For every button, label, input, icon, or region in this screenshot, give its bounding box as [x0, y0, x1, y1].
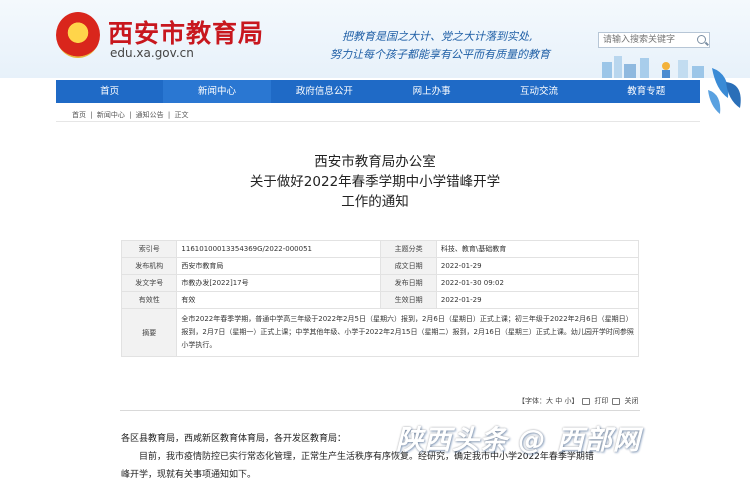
article-title-line-3: 工作的通知: [341, 194, 409, 210]
meta-value: 2022-01-30 09:02: [435, 274, 640, 292]
nav-item-interaction[interactable]: 互动交流: [485, 80, 592, 103]
main-nav: 首页 新闻中心 政府信息公开 网上办事 互动交流 教育专题: [56, 80, 700, 103]
print-button[interactable]: 打印: [594, 396, 608, 406]
meta-label: 发布机构: [120, 257, 178, 275]
print-icon[interactable]: [582, 397, 591, 405]
article-title: 西安市教育局办公室 关于做好2022年春季学期中小学错峰开学 工作的通知: [0, 152, 750, 212]
search-icon[interactable]: [697, 35, 706, 44]
national-emblem-logo: ★: [56, 12, 100, 58]
font-size-selector[interactable]: 【字体：大 中 小】: [518, 396, 578, 406]
meta-value: 2022-01-29: [435, 291, 640, 309]
meta-value: 市教办发[2022]17号: [176, 274, 382, 292]
body-paragraph: 峰开学，现就有关事项通知如下。: [121, 470, 257, 480]
article-toolbar: 【字体：大 中 小】 打印 关闭: [518, 396, 638, 406]
meta-label: 主题分类: [380, 240, 437, 258]
meta-label: 发文字号: [120, 274, 178, 292]
meta-value: 11610100013354369G/2022-000051: [176, 240, 382, 258]
breadcrumb-separator: |: [90, 111, 93, 119]
table-row: 发文字号 市教办发[2022]17号 发布日期 2022-01-30 09:02: [120, 274, 640, 292]
close-icon[interactable]: [612, 397, 621, 405]
divider: [56, 121, 700, 122]
leaf-decoration: [708, 68, 741, 114]
breadcrumb-current: 正文: [174, 111, 189, 119]
search-box: [598, 32, 710, 48]
site-header: ★ 西安市教育局 edu.xa.gov.cn 把教育是国之大计、党之大计落到实处…: [0, 0, 750, 114]
meta-label: 生效日期: [380, 291, 437, 309]
star-icon: ★: [73, 21, 84, 35]
breadcrumb: 首页 | 新闻中心 | 通知公告 | 正文: [72, 110, 190, 120]
metadata-table: 索引号 11610100013354369G/2022-000051 主题分类 …: [120, 240, 640, 357]
summary-text: 全市2022年春季学期，普通中学高三年级于2022年2月5日（星期六）报到，2月…: [176, 308, 639, 357]
breadcrumb-notices[interactable]: 通知公告: [136, 111, 164, 119]
nav-item-topics[interactable]: 教育专题: [593, 80, 700, 103]
nav-item-news[interactable]: 新闻中心: [163, 80, 271, 103]
nav-item-gov-info[interactable]: 政府信息公开: [271, 80, 378, 103]
slogan-line-2: 努力让每个孩子都能享有公平而有质量的教育: [330, 48, 550, 61]
nav-item-online-service[interactable]: 网上办事: [378, 80, 485, 103]
article-title-line-2: 关于做好2022年春季学期中小学错峰开学: [249, 174, 501, 190]
table-row: 索引号 11610100013354369G/2022-000051 主题分类 …: [120, 240, 640, 258]
meta-label: 索引号: [120, 240, 178, 258]
divider: [120, 410, 640, 411]
page: ★ 西安市教育局 edu.xa.gov.cn 把教育是国之大计、党之大计落到实处…: [0, 0, 750, 484]
table-row: 发布机构 西安市教育局 成文日期 2022-01-29: [120, 257, 640, 275]
watermark: 陕西头条 @ 西部网: [396, 425, 641, 456]
breadcrumb-separator: |: [129, 111, 132, 119]
meta-value: 2022-01-29: [435, 257, 640, 275]
meta-label: 有效性: [120, 291, 178, 309]
summary-label: 摘要: [120, 308, 178, 357]
breadcrumb-home[interactable]: 首页: [72, 111, 86, 119]
site-title[interactable]: 西安市教育局: [108, 14, 264, 50]
table-row: 有效性 有效 生效日期 2022-01-29: [120, 291, 640, 309]
search-input[interactable]: [599, 33, 695, 47]
article-title-line-1: 西安市教育局办公室: [314, 154, 436, 170]
site-url: edu.xa.gov.cn: [110, 46, 194, 60]
meta-value: 有效: [176, 291, 382, 309]
meta-value: 科技、教育\基础教育: [435, 240, 640, 258]
breadcrumb-separator: |: [167, 111, 171, 119]
meta-value: 西安市教育局: [176, 257, 382, 275]
meta-label: 成文日期: [380, 257, 437, 275]
nav-item-home[interactable]: 首页: [56, 80, 163, 103]
breadcrumb-news[interactable]: 新闻中心: [97, 111, 125, 119]
meta-label: 发布日期: [380, 274, 437, 292]
slogan-line-1: 把教育是国之大计、党之大计落到实处,: [342, 30, 533, 43]
table-row-summary: 摘要 全市2022年春季学期，普通中学高三年级于2022年2月5日（星期六）报到…: [120, 308, 639, 357]
close-button[interactable]: 关闭: [624, 396, 638, 406]
